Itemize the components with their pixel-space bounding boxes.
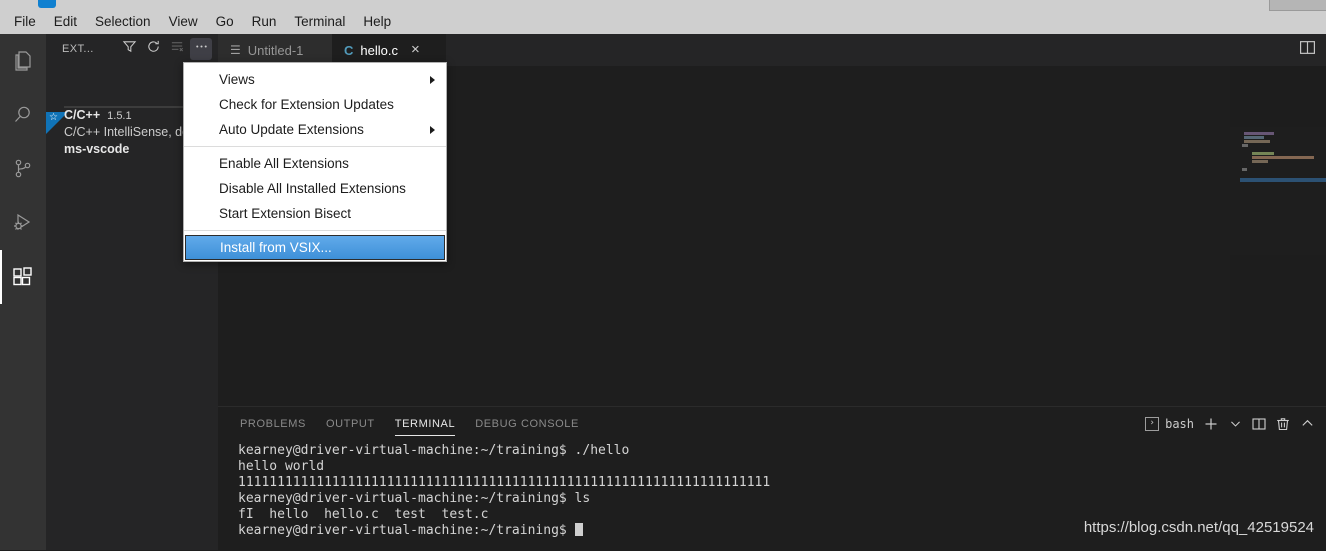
editor-actions xyxy=(1299,34,1316,66)
menu-item-label: Check for Extension Updates xyxy=(219,97,394,112)
activity-source-control[interactable] xyxy=(0,142,46,196)
watermark-url: https://blog.csdn.net/qq_42519524 xyxy=(1083,519,1314,536)
terminal-line: hello world xyxy=(238,459,325,474)
menu-item-label: Views xyxy=(219,72,255,87)
menu-item-label: Enable All Extensions xyxy=(219,156,349,171)
terminal-line: 1111111111111111111111111111111111111111… xyxy=(238,475,771,490)
activity-bar xyxy=(0,34,46,550)
extensions-more-actions-button[interactable] xyxy=(190,38,212,60)
activity-explorer[interactable] xyxy=(0,34,46,88)
panel-tabs: PROBLEMS OUTPUT TERMINAL DEBUG CONSOLE xyxy=(218,407,589,440)
menu-item-label: Disable All Installed Extensions xyxy=(219,181,406,196)
menu-bar-items: File Edit Selection View Go Run Terminal… xyxy=(0,9,400,34)
activity-run-debug[interactable] xyxy=(0,196,46,250)
activity-search[interactable] xyxy=(0,88,46,142)
filter-extensions-button[interactable] xyxy=(118,38,140,60)
menu-item-views[interactable]: Views xyxy=(184,67,446,92)
kill-terminal-button[interactable] xyxy=(1272,413,1294,435)
terminal-line: kearney@driver-virtual-machine:~/trainin… xyxy=(238,443,630,458)
menu-go[interactable]: Go xyxy=(208,11,242,33)
tab-terminal[interactable]: TERMINAL xyxy=(385,407,465,440)
funnel-icon xyxy=(122,39,137,59)
menu-view[interactable]: View xyxy=(161,11,206,33)
clear-extensions-search-button[interactable] xyxy=(166,38,188,60)
terminal-cursor xyxy=(574,523,583,536)
files-icon xyxy=(11,49,35,73)
menu-selection[interactable]: Selection xyxy=(87,11,159,33)
menu-separator xyxy=(184,230,446,231)
search-icon xyxy=(11,103,35,127)
menu-item-label: Start Extension Bisect xyxy=(219,206,352,221)
terminal-line: kearney@driver-virtual-machine:~/trainin… xyxy=(238,491,591,506)
menu-item-check-for-extension-updates[interactable]: Check for Extension Updates xyxy=(184,92,446,117)
split-editor-icon[interactable] xyxy=(1299,39,1316,61)
chevron-right-icon xyxy=(430,125,435,134)
menu-item-install-from-vsix[interactable]: Install from VSIX... xyxy=(185,235,445,260)
sidebar-header: EXT... xyxy=(46,34,218,64)
terminal-profile-dropdown[interactable] xyxy=(1224,413,1246,435)
sidebar-title: EXT... xyxy=(62,43,94,55)
tab-label: hello.c xyxy=(360,42,398,58)
menu-edit[interactable]: Edit xyxy=(46,11,85,33)
extensions-icon xyxy=(11,265,35,289)
menu-separator xyxy=(184,146,446,147)
menu-item-enable-all-extensions[interactable]: Enable All Extensions xyxy=(184,151,446,176)
line-number xyxy=(218,346,268,366)
chevron-right-icon xyxy=(430,75,435,84)
panel-actions: › bash xyxy=(1141,407,1318,440)
activity-extensions[interactable] xyxy=(0,250,46,304)
tab-output[interactable]: OUTPUT xyxy=(316,407,385,440)
close-icon[interactable]: × xyxy=(411,42,420,57)
code-line xyxy=(218,346,1326,366)
extension-version: 1.5.1 xyxy=(107,110,132,122)
menu-file[interactable]: File xyxy=(6,11,44,33)
c-file-icon: C xyxy=(344,42,354,58)
terminal-shell-label: bash xyxy=(1165,416,1194,431)
menu-item-label: Auto Update Extensions xyxy=(219,122,364,137)
text-file-icon: ☰ xyxy=(230,43,241,57)
terminal-icon: › xyxy=(1145,416,1160,431)
refresh-extensions-button[interactable] xyxy=(142,38,164,60)
menu-item-auto-update-extensions[interactable]: Auto Update Extensions xyxy=(184,117,446,142)
tab-label: Untitled-1 xyxy=(247,42,304,58)
menu-item-label: Install from VSIX... xyxy=(220,240,332,255)
window-decoration-left xyxy=(38,0,56,8)
extension-name: C/C++ xyxy=(64,108,101,122)
vscode-window: File Edit Selection View Go Run Terminal… xyxy=(0,0,1326,551)
run-and-debug-icon xyxy=(11,211,35,235)
menu-help[interactable]: Help xyxy=(355,11,399,33)
split-terminal-button[interactable] xyxy=(1248,413,1270,435)
hide-panel-button[interactable] xyxy=(1296,413,1318,435)
sidebar-actions xyxy=(116,34,212,64)
window-decoration-right xyxy=(1269,0,1326,11)
tab-debug-console[interactable]: DEBUG CONSOLE xyxy=(465,407,589,440)
line-number xyxy=(218,286,268,306)
source-control-icon xyxy=(11,157,35,181)
ellipsis-icon xyxy=(194,39,209,59)
extensions-context-menu: Views Check for Extension Updates Auto U… xyxy=(183,62,447,262)
tab-problems[interactable]: PROBLEMS xyxy=(230,407,316,440)
refresh-icon xyxy=(146,39,161,59)
terminal-prompt: kearney@driver-virtual-machine:~/trainin… xyxy=(238,523,575,538)
clear-list-icon xyxy=(170,39,185,59)
menu-run[interactable]: Run xyxy=(244,11,285,33)
terminal-shell-selector[interactable]: › bash xyxy=(1141,413,1198,435)
menu-bar: File Edit Selection View Go Run Terminal… xyxy=(0,0,1326,34)
code-line xyxy=(218,286,1326,306)
new-terminal-button[interactable] xyxy=(1200,413,1222,435)
menu-item-disable-all-installed-extensions[interactable]: Disable All Installed Extensions xyxy=(184,176,446,201)
menu-terminal[interactable]: Terminal xyxy=(286,11,353,33)
menu-item-start-extension-bisect[interactable]: Start Extension Bisect xyxy=(184,201,446,226)
star-icon: ☆ xyxy=(49,112,58,123)
